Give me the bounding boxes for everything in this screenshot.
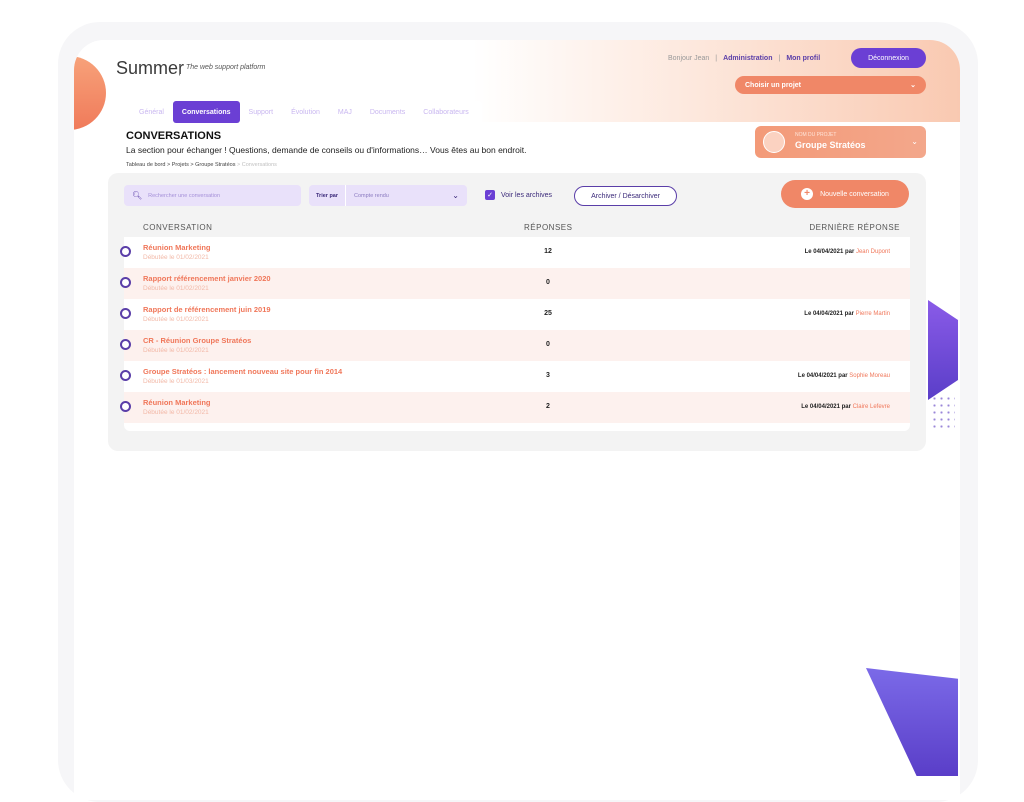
decorative-dots	[931, 395, 955, 431]
table-row[interactable]: Réunion Marketing Débutée le 01/02/2021 …	[120, 237, 910, 268]
response-count: 0	[546, 341, 550, 348]
conversation-title[interactable]: Groupe Stratéos : lancement nouveau site…	[143, 367, 342, 376]
last-response: Le 04/04/2021 par Sophie Moreau	[798, 373, 890, 379]
project-logo	[763, 131, 785, 153]
conversation-start: Débutée le 01/03/2021	[143, 378, 209, 385]
conversation-start: Débutée le 01/02/2021	[143, 254, 209, 261]
tab-bar: Général Conversations Support Évolution …	[126, 101, 482, 123]
last-response-date: Le 04/04/2021 par	[804, 249, 855, 255]
greeting: Bonjour Jean	[668, 55, 710, 62]
page-title: CONVERSATIONS	[126, 130, 222, 142]
conversation-title[interactable]: Rapport référencement janvier 2020	[143, 274, 271, 283]
response-count: 12	[544, 248, 552, 255]
top-nav: Bonjour Jean | Administration | Mon prof…	[668, 55, 820, 62]
header-last-response[interactable]: DERNIÈRE RÉPONSE	[809, 223, 900, 232]
tab-general[interactable]: Général	[130, 101, 173, 123]
response-count: 3	[546, 372, 550, 379]
breadcrumb: Tableau de bord > Projets > Groupe Strat…	[126, 162, 277, 168]
conversation-title[interactable]: CR - Réunion Groupe Stratéos	[143, 336, 251, 345]
logout-button[interactable]: Déconnexion	[851, 48, 926, 68]
conversation-title[interactable]: Rapport de référencement juin 2019	[143, 305, 271, 314]
conversation-start: Débutée le 01/02/2021	[143, 347, 209, 354]
last-response-author[interactable]: Pierre Martin	[856, 311, 890, 317]
chevron-down-icon: ⌄	[452, 191, 459, 200]
archives-label: Voir les archives	[501, 191, 552, 199]
response-count: 25	[544, 310, 552, 317]
project-card-name: Groupe Stratéos	[795, 140, 866, 150]
project-card[interactable]: NOM DU PROJET Groupe Stratéos ⌄	[755, 126, 926, 158]
brand-logo[interactable]: Summer	[116, 58, 184, 79]
radio-icon[interactable]	[120, 246, 131, 257]
table-row[interactable]: Rapport référencement janvier 2020 Début…	[120, 268, 910, 299]
breadcrumb-current: > Conversations	[235, 162, 277, 168]
last-response-author[interactable]: Jean Dupont	[856, 249, 890, 255]
nav-separator: |	[715, 55, 718, 62]
profile-link[interactable]: Mon profil	[786, 55, 820, 62]
conversations-table: CONVERSATION RÉPONSES DERNIÈRE RÉPONSE R…	[120, 219, 910, 431]
table-header: CONVERSATION RÉPONSES DERNIÈRE RÉPONSE	[124, 219, 910, 237]
table-row[interactable]: CR - Réunion Groupe Stratéos Débutée le …	[120, 330, 910, 361]
search-icon: 🔍︎	[132, 191, 143, 200]
tab-evolution[interactable]: Évolution	[282, 101, 329, 123]
conversation-start: Débutée le 01/02/2021	[143, 409, 209, 416]
new-conversation-button[interactable]: + Nouvelle conversation	[781, 180, 909, 208]
search-placeholder: Rechercher une conversation	[148, 192, 221, 199]
tab-collaborateurs[interactable]: Collaborateurs	[414, 101, 478, 123]
last-response: Le 04/04/2021 par Claire Lefevre	[801, 404, 890, 410]
project-select-label: Choisir un projet	[745, 81, 801, 89]
header-conversation[interactable]: CONVERSATION	[143, 223, 212, 232]
plus-icon: +	[801, 188, 814, 200]
last-response-date: Le 04/04/2021 par	[801, 404, 851, 410]
tab-documents[interactable]: Documents	[361, 101, 414, 123]
archive-toggle-button[interactable]: Archiver / Désarchiver	[574, 186, 677, 206]
conversations-panel: 🔍︎ Rechercher une conversation Trier par…	[108, 173, 926, 451]
last-response: Le 04/04/2021 par Pierre Martin	[804, 311, 890, 317]
table-row[interactable]: Groupe Stratéos : lancement nouveau site…	[120, 361, 910, 392]
conversation-start: Débutée le 01/02/2021	[143, 285, 209, 292]
sort-value: Compte rendu	[354, 192, 389, 199]
response-count: 2	[546, 403, 550, 410]
radio-icon[interactable]	[120, 308, 131, 319]
table-row[interactable]: Rapport de référencement juin 2019 Début…	[120, 299, 910, 330]
search-input[interactable]: 🔍︎ Rechercher une conversation	[124, 185, 301, 206]
response-count: 0	[546, 279, 550, 286]
tab-support[interactable]: Support	[240, 101, 283, 123]
nav-separator: |	[778, 55, 781, 62]
chevron-down-icon: ⌄	[910, 82, 916, 89]
radio-icon[interactable]	[120, 370, 131, 381]
table-row[interactable]: Réunion Marketing Débutée le 01/02/2021 …	[120, 392, 910, 423]
brand-tagline: The web support platform	[186, 64, 266, 71]
last-response-date: Le 04/04/2021 par	[804, 311, 854, 317]
radio-icon[interactable]	[120, 401, 131, 412]
admin-link[interactable]: Administration	[723, 55, 772, 62]
project-card-label: NOM DU PROJET	[795, 132, 837, 138]
sort-select[interactable]: Trier par Compte rendu ⌄	[309, 185, 467, 206]
last-response-author[interactable]: Sophie Moreau	[849, 373, 890, 379]
project-select[interactable]: Choisir un projet ⌄	[735, 76, 926, 94]
radio-icon[interactable]	[120, 339, 131, 350]
brand-separator: |	[178, 62, 182, 76]
breadcrumb-path[interactable]: Tableau de bord > Projets > Groupe Strat…	[126, 162, 235, 168]
conversation-title[interactable]: Réunion Marketing	[143, 398, 211, 407]
new-conversation-label: Nouvelle conversation	[820, 190, 889, 198]
tab-conversations[interactable]: Conversations	[172, 101, 240, 123]
conversation-title[interactable]: Réunion Marketing	[143, 243, 211, 252]
archives-checkbox[interactable]: ✓ Voir les archives	[485, 190, 552, 200]
app-window: Summer | The web support platform Bonjou…	[74, 40, 960, 800]
last-response: Le 04/04/2021 par Jean Dupont	[805, 249, 890, 255]
header-responses[interactable]: RÉPONSES	[524, 223, 572, 232]
check-icon[interactable]: ✓	[485, 190, 495, 200]
sort-label: Trier par	[309, 185, 347, 206]
page-description: La section pour échanger ! Questions, de…	[126, 145, 527, 155]
radio-icon[interactable]	[120, 277, 131, 288]
last-response-date: Le 04/04/2021 par	[797, 373, 848, 379]
conversation-start: Débutée le 01/02/2021	[143, 316, 209, 323]
tab-maj[interactable]: MAJ	[329, 101, 361, 123]
last-response-author[interactable]: Claire Lefevre	[853, 404, 890, 410]
chevron-down-icon: ⌄	[911, 137, 918, 146]
